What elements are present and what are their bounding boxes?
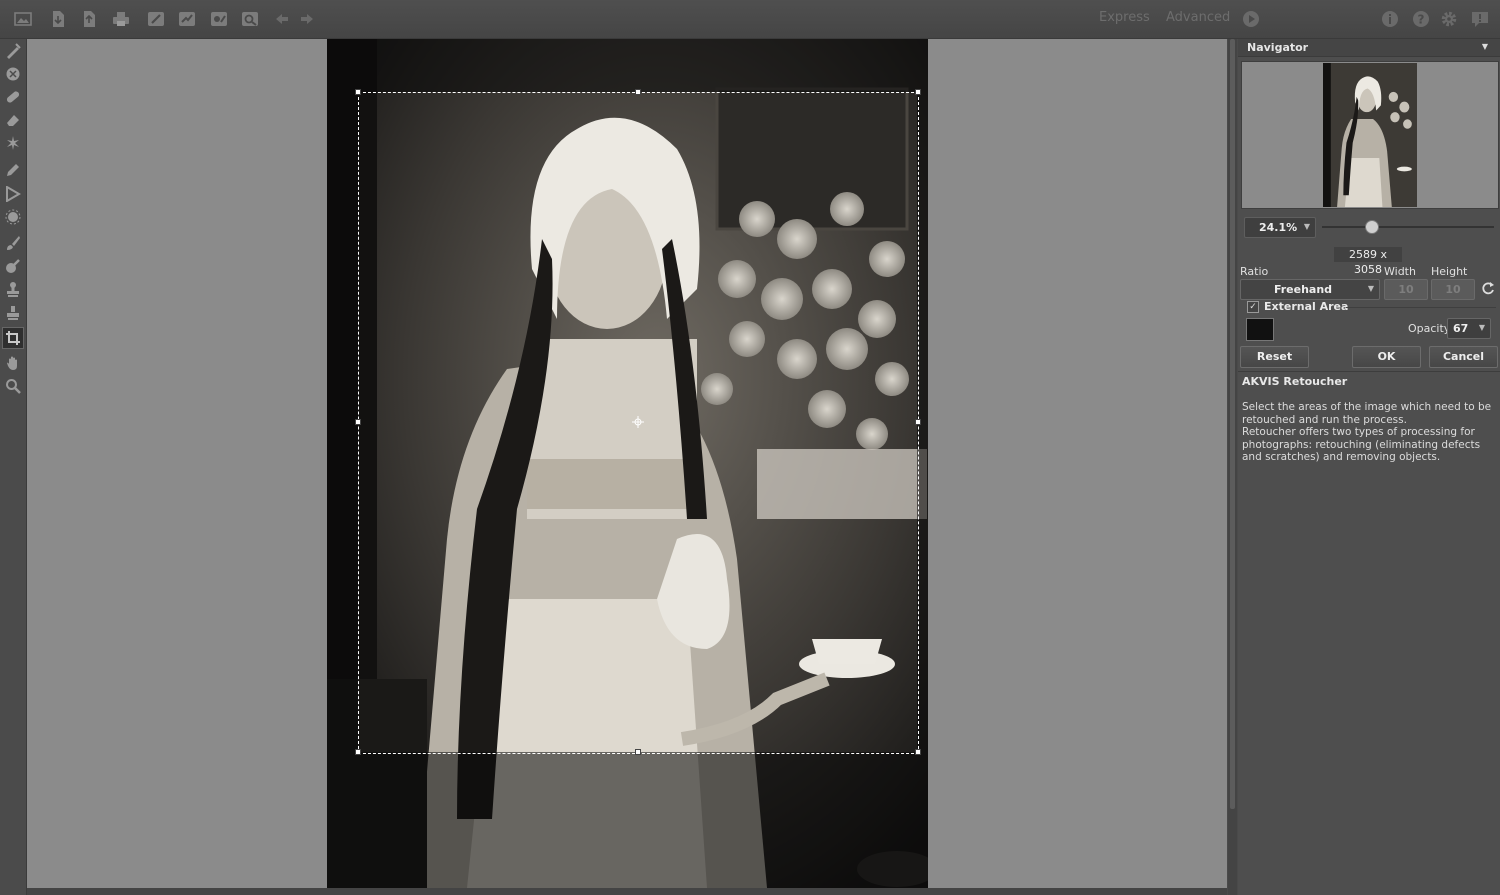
zoom-select[interactable]: 24.1% ▼ [1244, 217, 1316, 238]
smudge-icon[interactable] [3, 256, 23, 276]
crop-handle-tl[interactable] [355, 89, 361, 95]
healing-brush-icon[interactable] [3, 87, 23, 107]
photo [327, 39, 928, 888]
mode-express[interactable]: Express [1099, 10, 1150, 25]
crop-shade-top [327, 39, 928, 92]
navigator-title: Navigator [1247, 41, 1309, 54]
navigator-thumbnail[interactable] [1323, 63, 1417, 207]
retouch-brush-icon[interactable] [3, 41, 23, 61]
crop-handle-br[interactable] [915, 749, 921, 755]
zoom-value: 24.1% [1259, 221, 1298, 234]
image-size: 2589 x 3058 [1334, 247, 1402, 276]
info-icon[interactable] [1379, 9, 1401, 29]
chevron-down-icon: ▼ [1303, 222, 1310, 231]
mode-advanced[interactable]: Advanced [1166, 10, 1230, 25]
crop-shade-bottom [327, 752, 928, 888]
opacity-label: Opacity [1408, 322, 1451, 335]
crop-handle-l[interactable] [355, 419, 361, 425]
chevron-down-icon: ▼ [1478, 323, 1485, 332]
redo-icon[interactable] [296, 9, 318, 29]
zoom-slider-knob[interactable] [1365, 220, 1379, 234]
divider [1346, 307, 1496, 308]
hand-icon[interactable] [3, 353, 23, 373]
comment-icon[interactable] [1469, 9, 1491, 29]
help-title: AKVIS Retoucher [1242, 375, 1348, 388]
crop-handle-t[interactable] [635, 89, 641, 95]
width-label: Width [1384, 265, 1416, 278]
svg-text:?: ? [1418, 13, 1425, 27]
external-area-label: External Area [1264, 300, 1349, 313]
crop-handle-bl[interactable] [355, 749, 361, 755]
paint-brush-icon[interactable] [3, 233, 23, 253]
undo-icon[interactable] [271, 9, 293, 29]
crop-frame[interactable] [355, 89, 921, 755]
width-input[interactable]: 10 [1384, 279, 1428, 300]
external-color-swatch[interactable] [1246, 318, 1274, 341]
crop-icon[interactable] [2, 327, 24, 349]
run-icon[interactable] [1240, 9, 1262, 29]
eraser-icon[interactable] [3, 110, 23, 130]
blur-icon[interactable] [3, 207, 23, 227]
crop-shade-left [327, 92, 358, 752]
opacity-select[interactable]: 67 ▼ [1447, 318, 1491, 339]
external-area-checkbox[interactable]: ✓ [1247, 301, 1259, 313]
horizontal-scrollbar[interactable] [27, 888, 1227, 895]
share-icon[interactable] [239, 9, 261, 29]
brush-icon[interactable] [145, 9, 167, 29]
navigator-preview[interactable] [1241, 61, 1499, 209]
chevron-down-icon: ▼ [1367, 284, 1374, 293]
ratio-select[interactable]: Freehand ▼ [1240, 279, 1380, 300]
settings-preset-icon[interactable] [208, 9, 230, 29]
vertical-scrollbar[interactable] [1228, 39, 1237, 895]
print-icon[interactable] [110, 9, 132, 29]
swap-orientation-icon[interactable] [1481, 281, 1495, 295]
cancel-button[interactable]: Cancel [1429, 346, 1498, 368]
before-after-icon[interactable] [176, 9, 198, 29]
clone-stamp-icon[interactable] [3, 279, 23, 299]
height-label: Height [1431, 265, 1468, 278]
help-icon[interactable]: ? [1410, 9, 1432, 29]
opacity-value: 67 [1453, 322, 1469, 335]
open-icon[interactable] [47, 9, 69, 29]
stamp-icon[interactable] [3, 303, 23, 323]
image-canvas[interactable] [27, 39, 1227, 888]
tools-panel [0, 39, 27, 895]
gear-icon[interactable] [1438, 9, 1460, 29]
height-input[interactable]: 10 [1431, 279, 1475, 300]
crop-handle-b[interactable] [635, 749, 641, 755]
crop-handle-tr[interactable] [915, 89, 921, 95]
reset-button[interactable]: Reset [1240, 346, 1309, 368]
crop-handle-r[interactable] [915, 419, 921, 425]
divider [1238, 371, 1500, 372]
help-text: Select the areas of the image which need… [1242, 401, 1492, 464]
selection-arrow-icon[interactable] [3, 184, 23, 204]
top-toolbar: Express Advanced ? [0, 0, 1500, 39]
magic-wand-icon[interactable] [3, 133, 23, 153]
settings-panel: Navigator ▼ 24.1% ▼ 2589 x 3058 Ratio Wi… [1238, 39, 1500, 895]
vertical-scroll-thumb[interactable] [1230, 39, 1235, 809]
ok-button[interactable]: OK [1352, 346, 1421, 368]
zoom-icon[interactable] [3, 376, 23, 396]
ratio-label: Ratio [1240, 265, 1269, 278]
collapse-icon[interactable]: ▼ [1482, 42, 1488, 51]
zoom-slider[interactable] [1322, 226, 1494, 228]
ratio-value: Freehand [1273, 283, 1333, 296]
save-icon[interactable] [78, 9, 100, 29]
home-icon[interactable] [12, 9, 34, 29]
crop-center-icon[interactable] [632, 416, 644, 428]
patch-tool-icon[interactable] [3, 64, 23, 84]
pencil-icon[interactable] [3, 160, 23, 180]
navigator-header[interactable]: Navigator ▼ [1238, 39, 1500, 57]
